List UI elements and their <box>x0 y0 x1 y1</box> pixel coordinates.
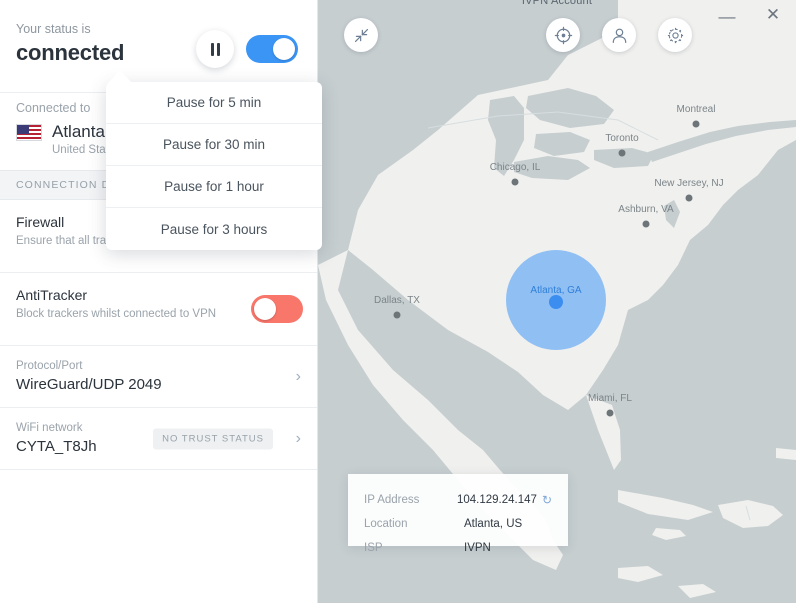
protocol-label: Protocol/Port <box>16 360 83 372</box>
toggle-knob <box>273 38 295 60</box>
map-city-label: New Jersey, NJ <box>654 178 724 189</box>
pause-menu[interactable]: Pause for 5 min Pause for 30 min Pause for… <box>106 82 322 250</box>
connection-info-card: IP Address 104.129.24.147 ↻ Location Atl… <box>348 474 568 554</box>
map-city-label: Dallas, TX <box>374 295 420 306</box>
map-city-label: Ashburn, VA <box>618 204 674 215</box>
map-city-label: Montreal <box>676 104 716 115</box>
active-location-dot[interactable] <box>549 295 563 309</box>
dropdown-arrow <box>108 70 132 83</box>
pause-bar-left <box>210 42 214 56</box>
protocol-value: WireGuard/UDP 2049 <box>16 376 162 393</box>
info-row-ip: IP Address 104.129.24.147 ↻ <box>364 488 552 512</box>
refresh-icon[interactable]: ↻ <box>542 493 552 507</box>
antitracker-row[interactable]: AntiTracker Block trackers whilst connec… <box>0 273 317 346</box>
close-button[interactable]: ✕ <box>760 1 786 27</box>
chevron-right-icon: › <box>295 367 301 385</box>
collapse-arrows-icon <box>354 28 368 42</box>
info-row-isp: ISP IVPN <box>364 536 552 560</box>
us-flag-icon <box>16 123 42 141</box>
trust-status-badge: NO TRUST STATUS <box>153 428 273 449</box>
map-city-label: Miami, FL <box>588 393 632 404</box>
pause-button[interactable] <box>196 30 234 68</box>
info-row-location: Location Atlanta, US <box>364 512 552 536</box>
info-key: Location <box>364 518 408 530</box>
person-icon <box>612 28 626 43</box>
map-city-dot[interactable] <box>393 311 401 319</box>
antitracker-toggle[interactable] <box>251 295 303 323</box>
crosshair-icon <box>554 26 572 44</box>
collapse-button[interactable] <box>344 18 378 52</box>
pause-bar-right <box>216 42 220 56</box>
protocol-row[interactable]: Protocol/Port WireGuard/UDP 2049 › <box>0 346 317 408</box>
gear-icon <box>667 27 683 43</box>
info-key: IP Address <box>364 494 420 506</box>
map-city-dot[interactable] <box>606 409 614 417</box>
connected-city: Atlanta <box>52 122 105 141</box>
account-button[interactable] <box>602 18 636 52</box>
map-city-dot[interactable] <box>692 120 700 128</box>
info-value-location: Atlanta, US <box>464 518 523 530</box>
map-city-label: Toronto <box>605 133 639 144</box>
pause-menu-item[interactable]: Pause for 30 min <box>106 124 322 166</box>
toggle-knob <box>254 298 276 320</box>
wifi-row[interactable]: WiFi network CYTA_T8Jh NO TRUST STATUS › <box>0 408 317 470</box>
map-city-dot[interactable] <box>618 149 626 157</box>
pause-menu-item[interactable]: Pause for 3 hours <box>106 208 322 250</box>
map-city-dot[interactable] <box>642 220 650 228</box>
chevron-right-icon: › <box>295 429 301 447</box>
info-key: ISP <box>364 542 383 554</box>
minimize-button[interactable]: — <box>714 3 740 29</box>
map-city-label: Chicago, IL <box>489 162 541 173</box>
pause-menu-item[interactable]: Pause for 1 hour <box>106 166 322 208</box>
map-city-dot[interactable] <box>685 194 693 202</box>
locate-button[interactable] <box>546 18 580 52</box>
vpn-connect-toggle[interactable] <box>246 35 298 63</box>
info-value-ip: 104.129.24.147 <box>456 494 537 506</box>
info-value-isp: IVPN <box>464 542 491 554</box>
settings-button[interactable] <box>658 18 692 52</box>
pause-menu-item[interactable]: Pause for 5 min <box>106 82 322 124</box>
vpn-client-window: Montreal Toronto Chicago, IL New Jersey, NJ… <box>0 0 796 603</box>
map-city-dot[interactable] <box>511 178 519 186</box>
status-label: Your status is <box>16 22 91 36</box>
